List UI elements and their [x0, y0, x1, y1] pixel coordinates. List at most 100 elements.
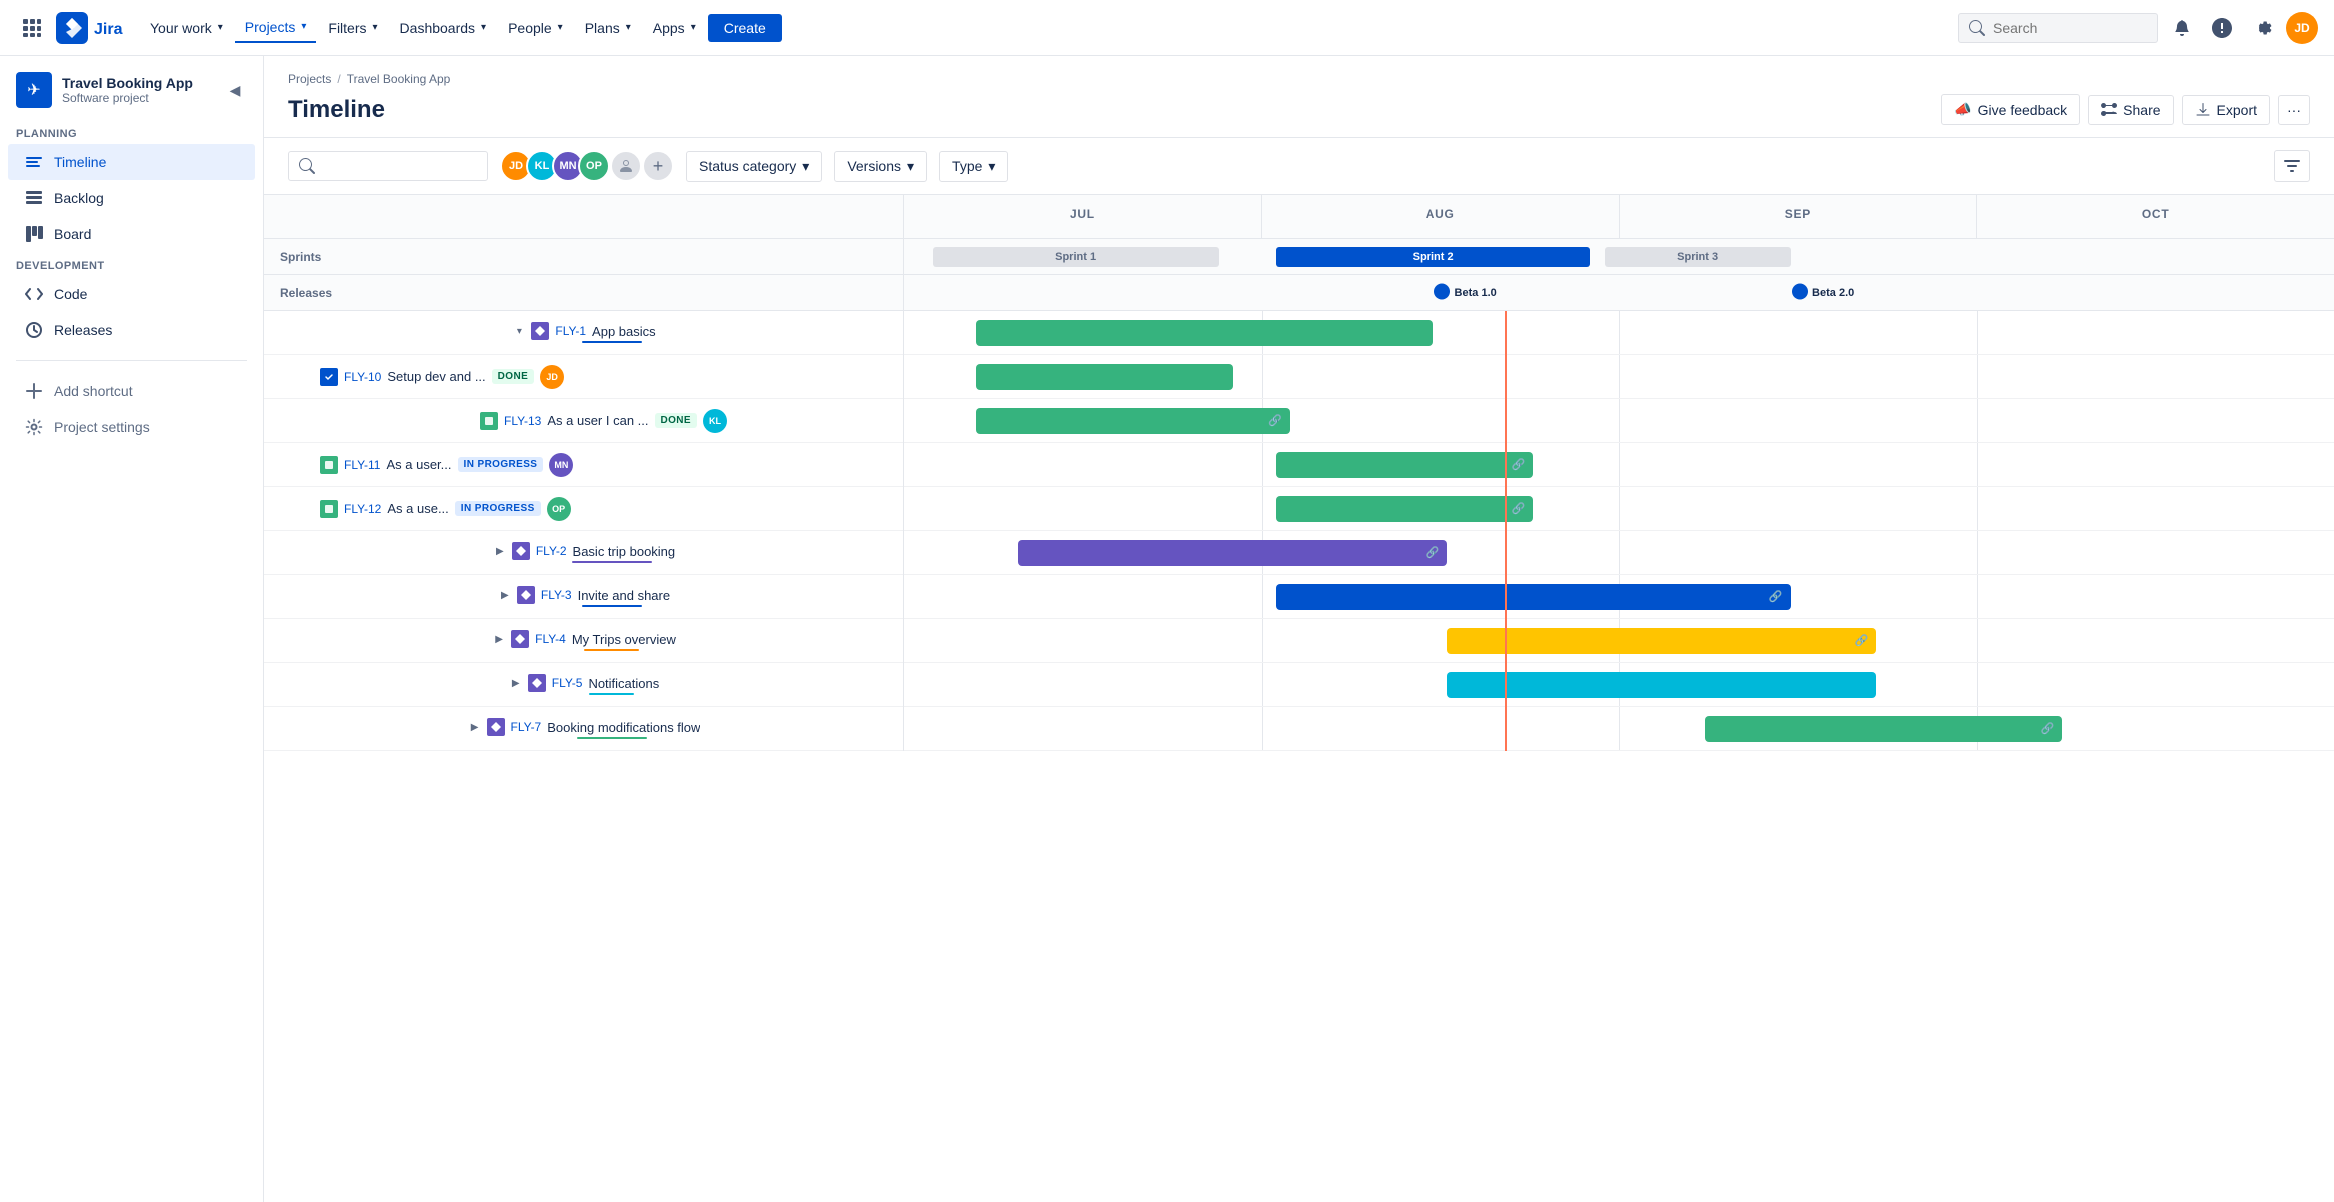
beta1-label: Beta 1.0 — [1455, 287, 1497, 299]
releases-label: Releases — [264, 275, 903, 311]
fly5-gantt-bar[interactable] — [1447, 672, 1876, 698]
avatar-placeholder[interactable] — [610, 150, 642, 182]
filter-search-icon — [299, 158, 315, 174]
timeline-left-panel: Sprints Releases ▾ FLY-1 — [264, 195, 904, 751]
notifications-icon[interactable] — [2166, 12, 2198, 44]
issue-id[interactable]: FLY-7 — [511, 720, 542, 734]
share-button[interactable]: Share — [2088, 95, 2173, 125]
table-row[interactable]: FLY-10 Setup dev and ... DONE JD — [264, 355, 903, 399]
table-row[interactable]: ▾ FLY-1 App basics — [264, 311, 903, 355]
nav-your-work[interactable]: Your work ▾ — [140, 14, 233, 42]
table-row[interactable]: FLY-13 As a user I can ... DONE KL — [264, 399, 903, 443]
collapse-button[interactable]: ▶ — [491, 631, 507, 647]
nav-apps[interactable]: Apps ▾ — [643, 14, 706, 42]
add-avatar-button[interactable]: + — [642, 150, 674, 182]
jira-logo[interactable]: Jira — [56, 12, 124, 44]
beta1-release — [1433, 282, 1451, 303]
table-row[interactable]: FLY-12 As a use... IN PROGRESS OP — [264, 487, 903, 531]
breadcrumb-app[interactable]: Travel Booking App — [347, 72, 451, 86]
table-row[interactable]: ▶ FLY-3 Invite and share — [264, 575, 903, 619]
sprints-row: Sprint 1 Sprint 2 Sprint 3 — [904, 239, 2334, 275]
fly13-row-right: 🔗 — [904, 399, 2334, 443]
fly13-gantt-bar[interactable]: 🔗 — [976, 408, 1291, 434]
sidebar-item-timeline[interactable]: Timeline — [8, 144, 255, 180]
issue-name: Booking modifications flow — [547, 720, 700, 735]
search-box[interactable] — [1958, 13, 2158, 43]
project-settings-icon — [24, 417, 44, 437]
collapse-button[interactable]: ▶ — [497, 587, 513, 603]
avatar-4[interactable]: OP — [578, 150, 610, 182]
nav-plans[interactable]: Plans ▾ — [575, 14, 641, 42]
sidebar-item-board[interactable]: Board — [8, 216, 255, 252]
sidebar-item-code[interactable]: Code — [8, 276, 255, 312]
table-row[interactable]: FLY-11 As a user... IN PROGRESS MN — [264, 443, 903, 487]
sidebar-collapse-button[interactable]: ◀ — [223, 78, 247, 102]
issue-name: Setup dev and ... — [387, 369, 485, 384]
issue-name: As a user... — [386, 457, 451, 472]
filter-search-input[interactable] — [315, 158, 475, 174]
collapse-button[interactable]: ▶ — [508, 675, 524, 691]
issue-id[interactable]: FLY-12 — [344, 502, 381, 516]
story-icon — [320, 500, 338, 518]
issue-id[interactable]: FLY-11 — [344, 458, 380, 472]
breadcrumb-projects[interactable]: Projects — [288, 72, 331, 86]
filter-bar: JD KL MN OP + Status category ▾ Versions… — [264, 138, 2334, 195]
fly4-gantt-bar[interactable]: 🔗 — [1447, 628, 1876, 654]
collapse-button[interactable]: ▾ — [511, 323, 527, 339]
issue-id[interactable]: FLY-13 — [504, 414, 541, 428]
type-filter[interactable]: Type ▾ — [939, 151, 1008, 182]
epic-icon — [528, 674, 546, 692]
nav-dashboards[interactable]: Dashboards ▾ — [390, 14, 497, 42]
status-category-filter[interactable]: Status category ▾ — [686, 151, 822, 182]
assignee-avatar: KL — [703, 409, 727, 433]
filter-settings-button[interactable] — [2274, 150, 2310, 182]
issue-id[interactable]: FLY-3 — [541, 588, 572, 602]
nav-projects[interactable]: Projects ▾ — [235, 13, 317, 43]
filter-search-box[interactable] — [288, 151, 488, 181]
issue-id[interactable]: FLY-5 — [552, 676, 583, 690]
sidebar-item-backlog[interactable]: Backlog — [8, 180, 255, 216]
board-icon — [24, 224, 44, 244]
timeline-container[interactable]: Sprints Releases ▾ FLY-1 — [264, 195, 2334, 1202]
grid-icon[interactable] — [16, 12, 48, 44]
topnav-right: JD — [1958, 12, 2318, 44]
fly12-row-right: 🔗 — [904, 487, 2334, 531]
fly7-gantt-bar[interactable]: 🔗 — [1705, 716, 2063, 742]
issue-id[interactable]: FLY-4 — [535, 632, 566, 646]
sidebar-add-shortcut[interactable]: Add shortcut — [8, 373, 255, 409]
export-button[interactable]: Export — [2182, 95, 2270, 125]
create-button[interactable]: Create — [708, 14, 782, 42]
nav-filters[interactable]: Filters ▾ — [318, 14, 387, 42]
user-avatar[interactable]: JD — [2286, 12, 2318, 44]
more-options-button[interactable]: ··· — [2278, 95, 2310, 125]
project-icon: ✈ — [16, 72, 52, 108]
search-input[interactable] — [1993, 20, 2133, 36]
issue-id[interactable]: FLY-1 — [555, 324, 586, 338]
collapse-button[interactable]: ▶ — [467, 719, 483, 735]
sidebar-project-settings[interactable]: Project settings — [8, 409, 255, 445]
issue-name: My Trips overview — [572, 632, 676, 647]
collapse-button[interactable]: ▶ — [492, 543, 508, 559]
export-icon — [2195, 102, 2211, 118]
give-feedback-button[interactable]: 📣 Give feedback — [1941, 94, 2080, 125]
versions-filter[interactable]: Versions ▾ — [834, 151, 927, 182]
sprint-3-bar: Sprint 3 — [1605, 247, 1791, 267]
table-row[interactable]: ▶ FLY-2 Basic trip booking — [264, 531, 903, 575]
table-row[interactable]: ▶ FLY-7 Booking modifications flow — [264, 707, 903, 751]
issue-id[interactable]: FLY-2 — [536, 544, 567, 558]
nav-people[interactable]: People ▾ — [498, 14, 573, 42]
fly10-gantt-bar[interactable] — [976, 364, 1233, 390]
table-row[interactable]: ▶ FLY-5 Notifications — [264, 663, 903, 707]
issue-id[interactable]: FLY-10 — [344, 370, 381, 384]
fly1-gantt-bar[interactable] — [976, 320, 1434, 346]
main-content: Projects / Travel Booking App Timeline 📣… — [264, 56, 2334, 1202]
fly11-gantt-bar[interactable]: 🔗 — [1276, 452, 1533, 478]
status-badge: IN PROGRESS — [458, 457, 544, 472]
settings-icon[interactable] — [2246, 12, 2278, 44]
fly12-gantt-bar[interactable]: 🔗 — [1276, 496, 1533, 522]
sidebar-item-releases[interactable]: Releases — [8, 312, 255, 348]
help-icon[interactable] — [2206, 12, 2238, 44]
fly2-gantt-bar[interactable]: 🔗 — [1018, 540, 1447, 566]
table-row[interactable]: ▶ FLY-4 My Trips overview — [264, 619, 903, 663]
fly3-gantt-bar[interactable]: 🔗 — [1276, 584, 1791, 610]
